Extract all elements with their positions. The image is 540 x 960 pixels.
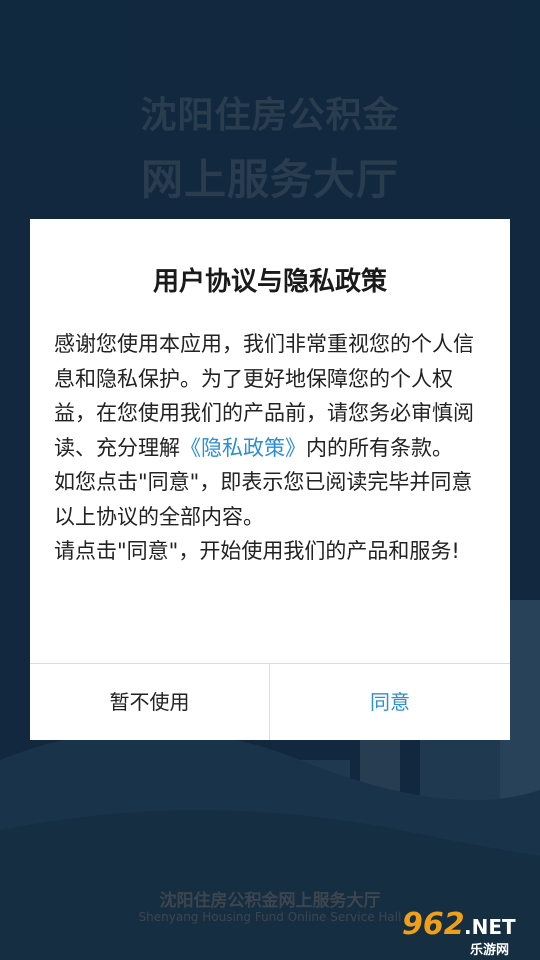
decline-button[interactable]: 暂不使用: [30, 664, 269, 740]
watermark-number: 962: [402, 907, 465, 942]
watermark-suffix: .NET: [464, 915, 516, 939]
watermark-logo: 962 .NET 乐游网: [392, 905, 532, 958]
body-paragraph-2: 如您点击"同意"，即表示您已阅读完毕并同意以上协议的全部内容。: [54, 470, 473, 529]
body-paragraph-1: 感谢您使用本应用，我们非常重视您的个人信息和隐私保护。为了更好地保障您的个人权益…: [54, 327, 490, 465]
agree-button[interactable]: 同意: [270, 664, 510, 740]
privacy-policy-link[interactable]: 《隐私政策》: [180, 436, 306, 460]
watermark-sub: 乐游网: [470, 943, 510, 958]
privacy-dialog: 用户协议与隐私政策 感谢您使用本应用，我们非常重视您的个人信息和隐私保护。为了更…: [30, 219, 510, 740]
body-text-2: 内的所有条款。: [306, 435, 453, 460]
dialog-title: 用户协议与隐私政策: [152, 267, 387, 297]
app-screen: 沈阳住房公积金 网上服务大厅 沈阳住房公积金网上服务大厅 Shenyang Ho…: [0, 0, 540, 960]
body-paragraph-3: 请点击"同意"，开始使用我们的产品和服务!: [54, 539, 460, 563]
dialog-body: 感谢您使用本应用，我们非常重视您的个人信息和隐私保护。为了更好地保障您的个人权益…: [54, 327, 490, 569]
